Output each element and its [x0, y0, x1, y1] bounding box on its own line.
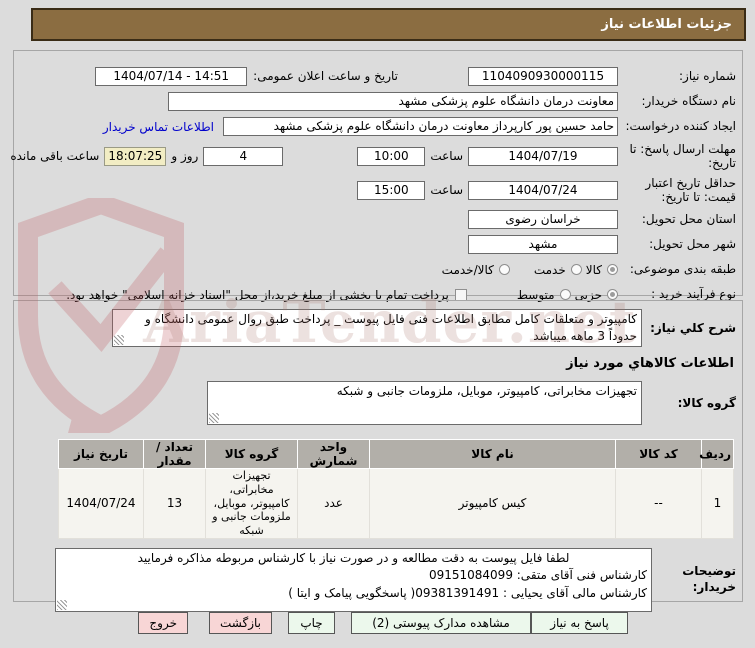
cell-goods-group: تجهیزات مخابراتی، کامپیوتر، موبایل، ملزو…: [205, 468, 298, 539]
response-deadline-label: مهلت ارسال پاسخ: تا تاریخ:: [629, 141, 736, 170]
col-goods-name: نام کالا: [369, 439, 616, 469]
goods-section-title: اطلاعات کالاهاي مورد نیاز: [566, 356, 734, 371]
exit-button[interactable]: خروج: [138, 612, 188, 634]
row-buyer-notes: توضیحات خریدار: لطفا فایل پیوست به دقت م…: [20, 547, 736, 612]
row-buyer-org: نام دستگاه خریدار: معاونت درمان دانشگاه …: [20, 91, 736, 112]
subject-class-option-goods-service[interactable]: کالا/خدمت: [442, 263, 510, 277]
table-row[interactable]: 1 -- کیس کامپیوتر عدد تجهیزات مخابراتی، …: [58, 468, 734, 539]
cell-goods-code: --: [615, 468, 702, 539]
resize-handle[interactable]: [57, 599, 67, 610]
announce-datetime-label: تاریخ و ساعت اعلان عمومی:: [253, 69, 398, 84]
buyer-org-label: نام دستگاه خریدار:: [641, 94, 737, 108]
cell-goods-name: کیس کامپیوتر: [369, 468, 616, 539]
need-number-field[interactable]: 1104090930000115: [468, 67, 618, 86]
need-details-page: جزئیات اطلاعات نیاز شماره نیاز: 11040909…: [0, 0, 755, 648]
buyer-contact-link[interactable]: اطلاعات تماس خریدار: [103, 120, 214, 134]
days-label: روز و: [171, 149, 199, 163]
col-need-date: تاریخ نیاز: [58, 439, 144, 469]
row-subject-class: طبقه بندی موضوعی: کالا خدمت کالا/خدمت: [20, 259, 736, 280]
row-goods-group: گروه کالا: تجهیزات مخابراتی، کامپیوتر، م…: [20, 380, 736, 426]
col-goods-code: کد کالا: [615, 439, 702, 469]
radio-medium-icon[interactable]: [559, 289, 571, 300]
radio-service-icon[interactable]: [570, 264, 582, 275]
countdown-timer: 18:07:25: [104, 146, 167, 166]
request-creator-label: ایجاد کننده درخواست:: [625, 119, 736, 133]
resize-handle[interactable]: [209, 413, 219, 423]
row-request-creator: ایجاد کننده درخواست: حامد حسین پور کارپر…: [20, 116, 736, 137]
need-info-groupbox: شماره نیاز: 1104090930000115 تاریخ و ساع…: [10, 50, 743, 302]
back-button[interactable]: بازگشت: [209, 612, 272, 634]
response-deadline-hour-label: ساعت: [430, 149, 463, 163]
row-delivery-city: شهر محل تحویل: مشهد: [20, 234, 736, 255]
radio-goods-service-icon[interactable]: [498, 264, 510, 275]
subject-class-option-service[interactable]: خدمت: [534, 263, 582, 277]
hours-remaining-label: ساعت باقی مانده: [10, 149, 100, 163]
price-validity-time-field[interactable]: 15:00: [357, 180, 426, 200]
price-validity-hour-label: ساعت: [430, 183, 463, 197]
price-validity-label: حداقل تاریخ اعتبار قیمت: تا تاریخ:: [645, 175, 736, 204]
subject-class-option-goods-label: کالا: [585, 262, 602, 277]
page-title: جزئیات اطلاعات نیاز: [601, 17, 732, 32]
row-delivery-province: استان محل تحویل: خراسان رضوی: [20, 209, 736, 230]
cell-need-date: 1404/07/24: [58, 468, 144, 539]
subject-class-option-service-label: خدمت: [533, 262, 566, 277]
response-deadline-date-field[interactable]: 1404/07/19: [468, 146, 618, 166]
action-buttons: پاسخ به نیاز مشاهده مدارک پیوستی (2) چاپ…: [113, 612, 628, 634]
need-number-label: شماره نیاز:: [679, 69, 736, 83]
cell-quantity: 13: [143, 468, 206, 539]
radio-goods-icon[interactable]: [607, 264, 618, 275]
request-creator-field[interactable]: حامد حسین پور کارپرداز معاونت درمان دانش…: [223, 117, 618, 136]
row-need-number: شماره نیاز: 1104090930000115 تاریخ و ساع…: [20, 66, 736, 87]
days-remaining-field[interactable]: 4: [203, 146, 284, 166]
subject-class-option-goods-service-label: کالا/خدمت: [441, 262, 494, 277]
goods-info-groupbox: شرح کلي نیاز: کامپیوتر و متعلقات کامل مط…: [13, 300, 743, 612]
row-price-validity: حداقل تاریخ اعتبار قیمت: تا تاریخ: 1404/…: [20, 175, 736, 205]
buyer-notes-line: کارشناس مالی آقای یحیایی : 09381391491( …: [288, 585, 647, 600]
goods-table-header-row: ردیف کد کالا نام کالا واحد شمارش گروه کا…: [58, 439, 734, 469]
row-need-description: شرح کلي نیاز: کامپیوتر و متعلقات کامل مط…: [20, 308, 736, 348]
buyer-org-field[interactable]: معاونت درمان دانشگاه علوم پزشکی مشهد: [168, 92, 618, 111]
cell-count-unit: عدد: [297, 468, 370, 539]
view-attached-docs-button[interactable]: مشاهده مدارک پیوستی (2): [351, 612, 531, 634]
buyer-notes-line: کارشناس فنی آقای متقی: 09151084099: [428, 568, 647, 583]
goods-group-text: تجهیزات مخابراتی، کامپیوتر، موبایل، ملزو…: [336, 384, 637, 398]
buyer-notes-line: لطفا فایل پیوست به دقت مطالعه و در صورت …: [137, 550, 570, 565]
col-row-number: ردیف: [699, 439, 734, 469]
buyer-notes-label: توضیحات خریدار:: [682, 564, 736, 594]
cell-row-number: 1: [701, 468, 734, 539]
subject-class-label: طبقه بندی موضوعی:: [629, 262, 736, 276]
col-goods-group: گروه کالا: [205, 439, 298, 469]
goods-table: ردیف کد کالا نام کالا واحد شمارش گروه کا…: [58, 439, 734, 539]
buyer-notes-textarea[interactable]: لطفا فایل پیوست به دقت مطالعه و در صورت …: [55, 547, 652, 612]
price-validity-date-field[interactable]: 1404/07/24: [468, 180, 618, 200]
radio-minor-icon[interactable]: [607, 289, 618, 300]
need-description-textarea[interactable]: کامپیوتر و متعلقات کامل مطابق اطلاعات فن…: [112, 309, 642, 347]
announce-datetime-field[interactable]: 1404/07/14 - 14:51: [95, 67, 248, 86]
subject-class-option-goods[interactable]: کالا: [586, 263, 618, 277]
goods-table-wrap: ردیف کد کالا نام کالا واحد شمارش گروه کا…: [20, 439, 734, 539]
resize-handle[interactable]: [114, 335, 124, 345]
delivery-province-field[interactable]: خراسان رضوی: [468, 210, 618, 229]
col-count-unit: واحد شمارش: [297, 439, 370, 469]
goods-group-label: گروه کالا:: [677, 395, 736, 410]
need-description-text: کامپیوتر و متعلقات کامل مطابق اطلاعات فن…: [144, 312, 637, 344]
response-deadline-time-field[interactable]: 10:00: [357, 146, 426, 166]
need-description-label: شرح کلي نیاز:: [650, 320, 736, 335]
row-response-deadline: مهلت ارسال پاسخ: تا تاریخ: 1404/07/19 سا…: [10, 141, 736, 171]
delivery-province-label: استان محل تحویل:: [641, 212, 736, 226]
treasury-checkbox-icon[interactable]: [454, 288, 467, 301]
respond-to-need-button[interactable]: پاسخ به نیاز: [531, 612, 628, 634]
delivery-city-field[interactable]: مشهد: [468, 235, 618, 254]
page-title-bar: جزئیات اطلاعات نیاز: [31, 8, 746, 41]
print-button[interactable]: چاپ: [288, 612, 335, 634]
delivery-city-label: شهر محل تحویل:: [649, 237, 736, 251]
col-quantity: تعداد / مقدار: [143, 439, 206, 469]
goods-group-field[interactable]: تجهیزات مخابراتی، کامپیوتر، موبایل، ملزو…: [207, 381, 642, 425]
